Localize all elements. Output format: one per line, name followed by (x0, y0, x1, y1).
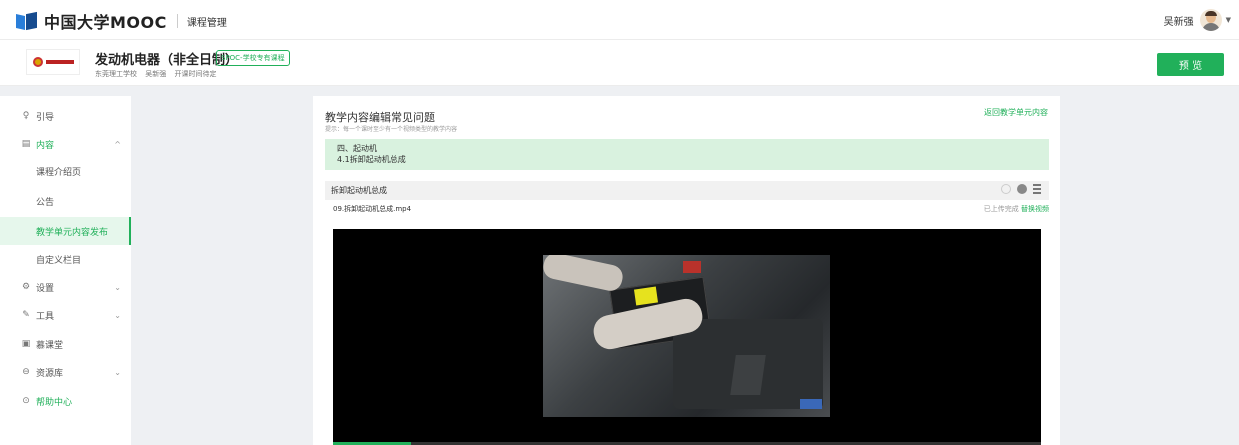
sidebar-subitem-label: 课程介绍页 (36, 167, 82, 178)
sidebar-subitem-announcement[interactable]: 公告 (0, 187, 131, 215)
chevron-up-icon[interactable]: ^ (114, 140, 121, 149)
lesson-bar[interactable]: 拆卸起动机总成 (325, 181, 1049, 200)
panel-title: 教学内容编辑常见问题 (325, 111, 435, 124)
preview-button[interactable]: 预 览 (1157, 53, 1224, 76)
course-teacher: 吴新强 (145, 70, 167, 78)
user-name: 吴新强 (1163, 16, 1194, 28)
chevron-down-icon[interactable]: ⌄ (114, 368, 121, 377)
classroom-icon: ▣ (21, 339, 31, 349)
sidebar-item-label: 工具 (36, 311, 55, 322)
top-bar: 中国大学MOOC 课程管理 吴新强 ▼ (0, 0, 1239, 40)
unit-info-box: 四、起动机 4.1拆卸起动机总成 (325, 139, 1049, 170)
sidebar-item-label: 设置 (36, 283, 55, 294)
unit-lesson: 4.1拆卸起动机总成 (337, 155, 406, 164)
drag-handle-icon[interactable] (1033, 184, 1041, 194)
course-meta: 东莞理工学校 吴新强 开课时间待定 (95, 69, 222, 79)
guide-icon: ♀ (22, 111, 30, 121)
logo-text: 中国大学MOOC (44, 13, 167, 32)
video-player[interactable] (333, 229, 1041, 445)
sidebar-subitem-label: 自定义栏目 (36, 255, 82, 266)
tools-icon: ✎ (22, 310, 30, 320)
chevron-down-icon[interactable]: ▼ (1226, 16, 1231, 24)
sidebar-item-content[interactable]: ▤ 内容 ^ (0, 130, 131, 158)
back-to-unit-link[interactable]: 返回教学单元内容 (984, 107, 1048, 118)
chevron-down-icon[interactable]: ⌄ (114, 311, 121, 320)
lesson-title: 拆卸起动机总成 (331, 186, 387, 195)
course-school: 东莞理工学校 (95, 70, 137, 78)
chevron-down-icon[interactable]: ⌄ (114, 283, 121, 292)
sidebar-item-classroom[interactable]: ▣ 慕课堂 (0, 330, 131, 358)
video-file-name: 09.拆卸起动机总成.mp4 (333, 205, 412, 213)
file-row: 09.拆卸起动机总成.mp4 已上传完成 替换视频 (325, 204, 1049, 218)
sidebar-item-guide[interactable]: ♀ 引导 (0, 102, 131, 130)
panel-hint: 提示：每一个课时至少有一个视频类型的教学内容 (325, 126, 458, 133)
lesson-controls (995, 184, 1041, 194)
sidebar-subitem-label: 公告 (36, 197, 55, 208)
course-schedule: 开课时间待定 (174, 70, 217, 78)
avatar[interactable] (1199, 9, 1222, 31)
sidebar-item-label: 慕课堂 (36, 340, 64, 351)
sidebar-item-label: 引导 (36, 112, 55, 123)
sidebar-item-resources[interactable]: ⊖ 资源库 ⌄ (0, 358, 131, 386)
remove-icon[interactable] (1017, 184, 1027, 194)
mooc-logo[interactable]: 中国大学MOOC 课程管理 (16, 11, 227, 32)
page-subtitle: 课程管理 (186, 17, 227, 29)
replace-video-link[interactable]: 替换视频 (1021, 205, 1049, 213)
sidebar-item-label: 资源库 (36, 368, 64, 379)
sidebar: ♀ 引导 ▤ 内容 ^ 课程介绍页 公告 教学单元内容发布 自定义栏目 ⚙ 设置… (0, 96, 131, 445)
upload-status-text: 已上传完成 (983, 205, 1019, 213)
video-frame (543, 255, 830, 417)
sidebar-item-tools[interactable]: ✎ 工具 ⌄ (0, 301, 131, 329)
upload-status: 已上传完成 替换视频 (984, 204, 1049, 214)
sidebar-subitem-unit-publish[interactable]: 教学单元内容发布 (0, 217, 131, 245)
help-icon: ⊙ (22, 396, 30, 406)
sidebar-subitem-course-intro[interactable]: 课程介绍页 (0, 157, 131, 185)
course-type-badge: SPOC-学校专有课程 (216, 50, 290, 66)
school-logo (26, 49, 80, 75)
settings-icon: ⚙ (21, 282, 31, 292)
sidebar-item-help[interactable]: ⊙ 帮助中心 (0, 387, 131, 415)
mooc-logo-icon (16, 11, 38, 31)
sidebar-item-label: 内容 (36, 140, 55, 151)
sidebar-subitem-custom-column[interactable]: 自定义栏目 (0, 245, 131, 273)
sidebar-item-settings[interactable]: ⚙ 设置 ⌄ (0, 273, 131, 301)
content-icon: ▤ (21, 139, 31, 149)
sidebar-item-label: 帮助中心 (36, 397, 73, 408)
course-header: 发动机电器（非全日制） SPOC-学校专有课程 东莞理工学校 吴新强 开课时间待… (0, 40, 1239, 86)
user-menu[interactable]: 吴新强 ▼ (1164, 9, 1231, 31)
resource-icon: ⊖ (22, 367, 30, 377)
play-icon[interactable] (1001, 184, 1011, 194)
sidebar-subitem-label: 教学单元内容发布 (36, 227, 109, 238)
content-panel: 教学内容编辑常见问题 提示：每一个课时至少有一个视频类型的教学内容 返回教学单元… (313, 96, 1060, 445)
unit-chapter: 四、起动机 (337, 144, 377, 153)
school-name-logotype (45, 60, 74, 64)
school-seal-icon (32, 57, 43, 67)
logo-divider (176, 14, 178, 28)
